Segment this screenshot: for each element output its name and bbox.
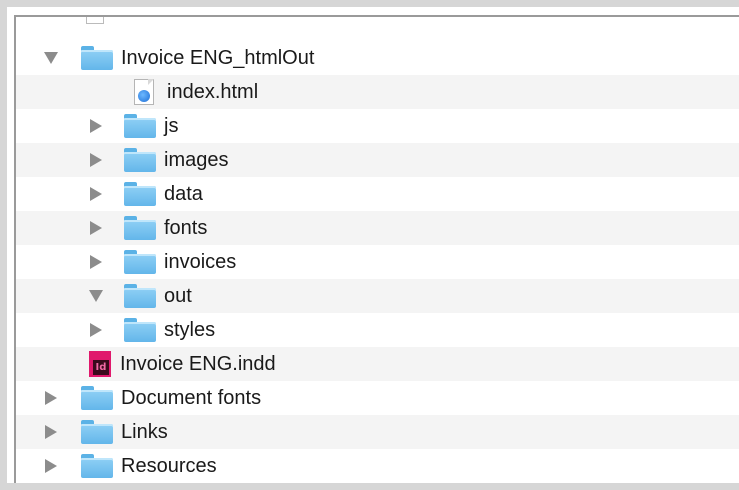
item-label: images [164,148,229,171]
list-item[interactable]: Links [16,415,739,449]
disclosure-triangle-right-icon[interactable] [88,186,104,202]
disclosure-triangle-right-icon[interactable] [88,118,104,134]
html-file-icon [134,78,156,106]
disclosure-triangle-right-icon[interactable] [88,322,104,338]
list-item-cutoff [16,17,739,31]
item-label: Invoice ENG_htmlOut [121,46,315,69]
list-item[interactable]: styles [16,313,739,347]
folder-icon [124,250,156,274]
item-label: Links [121,420,168,443]
folder-icon [81,46,113,70]
list-item[interactable]: out [16,279,739,313]
item-label: invoices [164,250,237,273]
item-label: out [164,284,192,307]
item-label: styles [164,318,216,341]
list-item[interactable]: Document fonts [16,381,739,415]
folder-icon [124,182,156,206]
list-item[interactable]: Invoice ENG_htmlOut [16,41,739,75]
list-item[interactable]: fonts [16,211,739,245]
folder-icon [124,148,156,172]
folder-icon [81,420,113,444]
item-label: fonts [164,216,208,239]
disclosure-triangle-down-icon[interactable] [43,50,59,66]
list-item[interactable]: data [16,177,739,211]
item-label: js [164,114,179,137]
item-label: Document fonts [121,386,262,409]
disclosure-triangle-right-icon[interactable] [43,424,59,440]
list-item[interactable]: Resources [16,449,739,483]
indesign-file-icon: Id [89,351,111,377]
item-label: data [164,182,203,205]
list-item[interactable]: index.html [16,75,739,109]
disclosure-triangle-right-icon[interactable] [43,390,59,406]
folder-icon [124,318,156,342]
list-item[interactable]: invoices [16,245,739,279]
disclosure-triangle-down-icon[interactable] [88,288,104,304]
item-label: index.html [167,80,259,103]
list-item[interactable]: images [16,143,739,177]
folder-icon [81,454,113,478]
finder-window: Invoice ENG_htmlOut index.html js images [0,0,739,490]
folder-icon [124,216,156,240]
disclosure-triangle-right-icon[interactable] [88,254,104,270]
folder-icon [124,284,156,308]
disclosure-triangle-right-icon[interactable] [88,220,104,236]
list-item[interactable]: js [16,109,739,143]
disclosure-triangle-right-icon[interactable] [43,458,59,474]
folder-icon [124,114,156,138]
file-icon [86,17,104,24]
item-label: Resources [121,454,217,477]
folder-icon [81,386,113,410]
file-list[interactable]: Invoice ENG_htmlOut index.html js images [14,15,739,483]
item-label: Invoice ENG.indd [120,352,276,375]
disclosure-triangle-right-icon[interactable] [88,152,104,168]
list-item[interactable]: Id Invoice ENG.indd [16,347,739,381]
